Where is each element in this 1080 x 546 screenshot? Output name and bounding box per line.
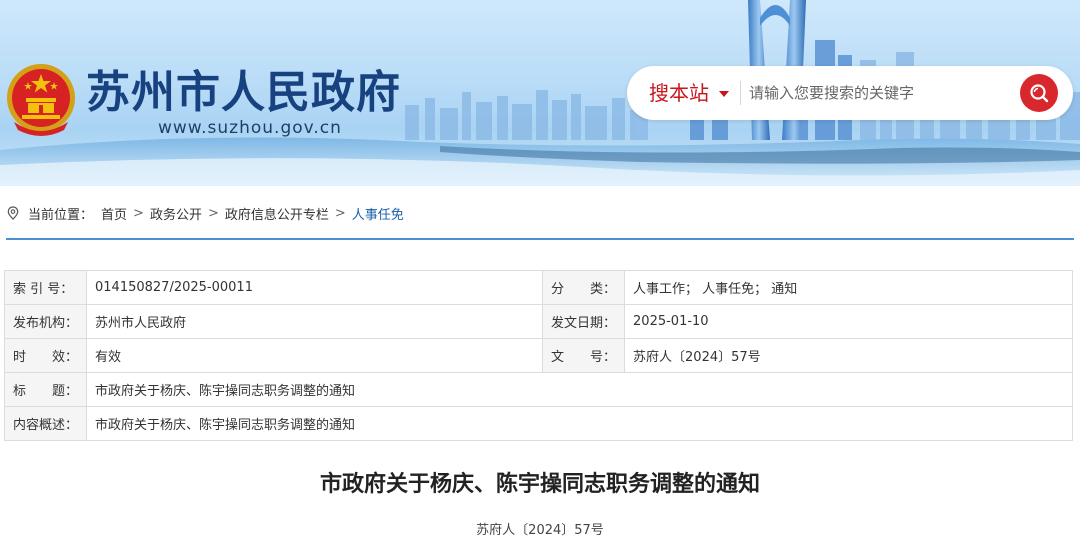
search-input[interactable] xyxy=(749,78,1017,108)
article-doc-number: 苏府人〔2024〕57号 xyxy=(476,523,604,538)
table-row: 时效： 有效 文号： 苏府人〔2024〕57号 xyxy=(3,338,1073,373)
doc-number-label: 文号： xyxy=(542,338,626,373)
date-label: 发文日期： xyxy=(542,304,626,339)
doc-number-value: 苏府人〔2024〕57号 xyxy=(624,338,1073,373)
article-title: 市政府关于杨庆、陈宇操同志职务调整的通知 xyxy=(319,472,760,497)
publisher-label: 发布机构： xyxy=(3,304,88,339)
table-row: 标题： 市政府关于杨庆、陈宇操同志职务调整的通知 xyxy=(3,372,1073,407)
table-row: 发布机构： 苏州市人民政府 发文日期： 2025-01-10 xyxy=(3,304,1073,339)
title-label: 标题： xyxy=(3,372,88,407)
breadcrumb-prefix: 当前位置： xyxy=(28,207,94,223)
breadcrumb: 当前位置： 首页 > 政务公开 > 政府信息公开专栏 > 人事任免 xyxy=(6,203,404,223)
search-divider xyxy=(740,81,741,105)
search-bar: 搜本站 xyxy=(627,66,1073,120)
site-url: www.suzhou.gov.cn xyxy=(158,118,342,138)
caret-down-icon[interactable] xyxy=(719,91,729,97)
document-info-table: 索 引 号： 014150827/2025-00011 分类： 人事工作； 人事… xyxy=(3,270,1073,441)
index-value: 014150827/2025-00011 xyxy=(86,270,544,305)
category-label: 分类： xyxy=(542,270,626,305)
search-scope-select[interactable]: 搜本站 xyxy=(649,78,709,108)
title-value: 市政府关于杨庆、陈宇操同志职务调整的通知 xyxy=(86,372,1073,407)
breadcrumb-home[interactable]: 首页 xyxy=(101,204,127,223)
breadcrumb-separator: > xyxy=(334,205,346,221)
category-value: 人事工作； 人事任免； 通知 xyxy=(624,270,1073,305)
summary-value: 市政府关于杨庆、陈宇操同志职务调整的通知 xyxy=(86,406,1073,441)
search-button[interactable] xyxy=(1020,74,1058,112)
site-title: 苏州市人民政府 xyxy=(86,67,401,118)
validity-label: 时效： xyxy=(3,338,88,373)
breadcrumb-gov-affairs[interactable]: 政务公开 xyxy=(150,204,202,223)
breadcrumb-divider xyxy=(6,238,1074,240)
header-banner: 苏州市人民政府 www.suzhou.gov.cn 搜本站 xyxy=(0,0,1080,186)
summary-label: 内容概述： xyxy=(3,406,88,441)
publisher-value: 苏州市人民政府 xyxy=(86,304,544,339)
breadcrumb-personnel[interactable]: 人事任免 xyxy=(352,204,404,223)
table-row: 索 引 号： 014150827/2025-00011 分类： 人事工作； 人事… xyxy=(3,270,1073,305)
breadcrumb-separator: > xyxy=(133,205,144,221)
validity-value: 有效 xyxy=(86,338,544,373)
search-icon xyxy=(1030,84,1049,103)
location-pin-icon xyxy=(7,206,19,220)
table-row: 内容概述： 市政府关于杨庆、陈宇操同志职务调整的通知 xyxy=(3,406,1073,441)
index-label: 索 引 号： xyxy=(3,270,88,305)
date-value: 2025-01-10 xyxy=(624,304,1073,339)
national-emblem-icon xyxy=(7,64,75,136)
breadcrumb-separator: > xyxy=(207,205,219,221)
breadcrumb-info-column[interactable]: 政府信息公开专栏 xyxy=(225,204,329,223)
